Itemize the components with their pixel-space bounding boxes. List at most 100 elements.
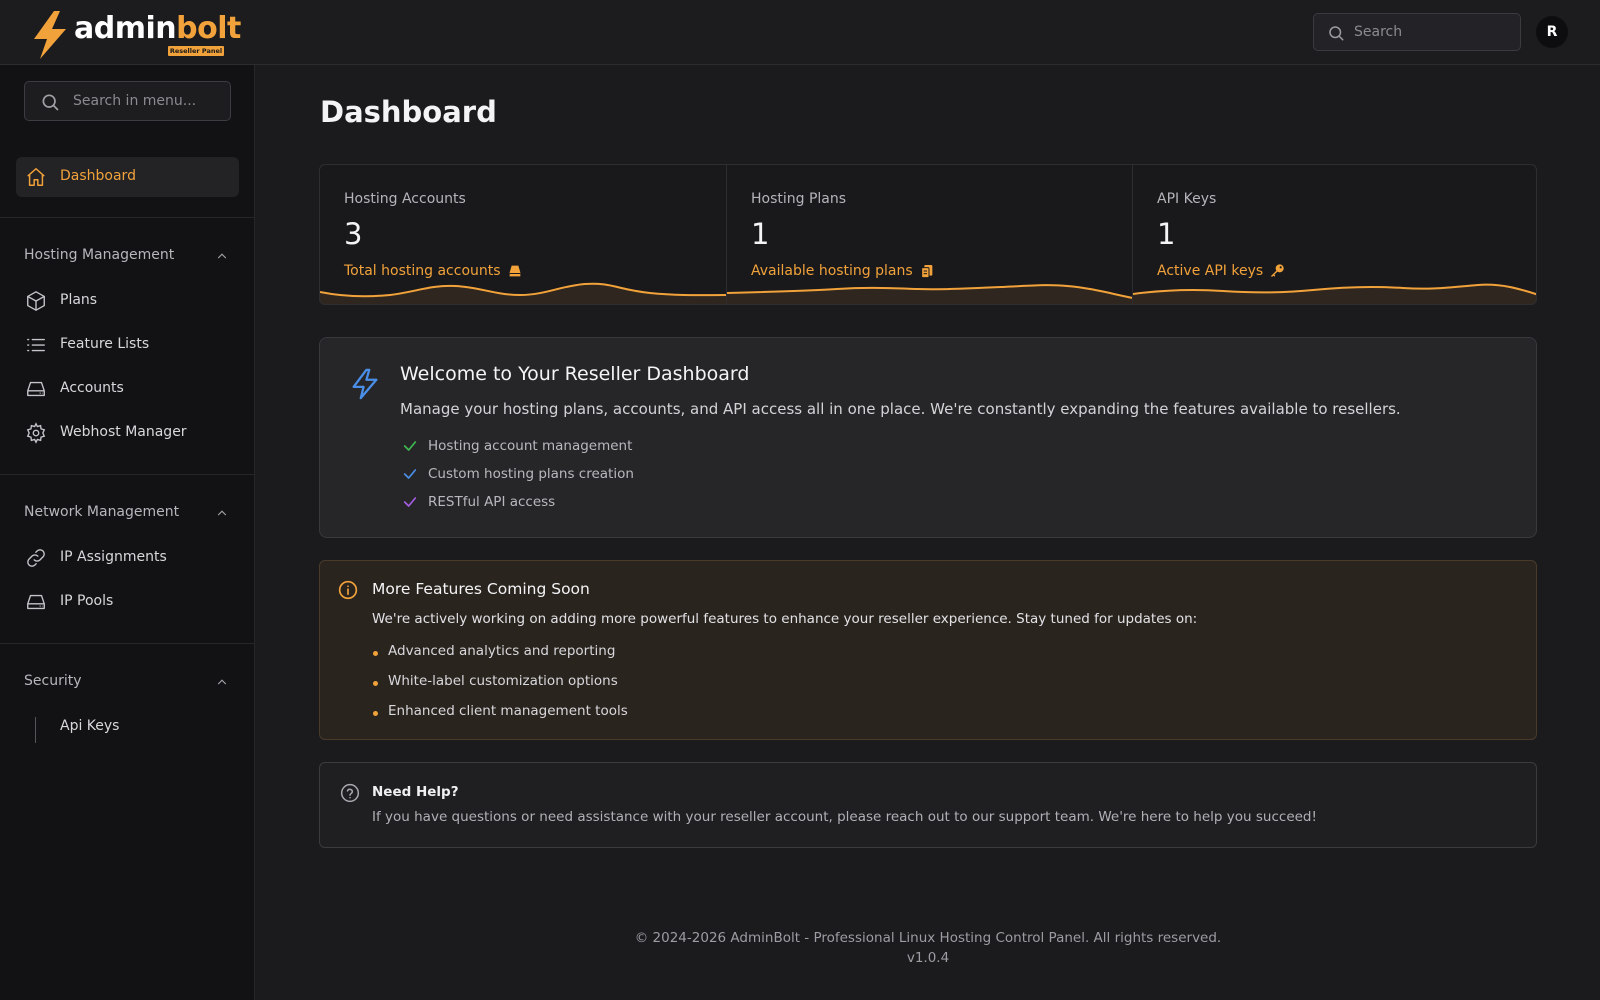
feature-item: RESTful API access	[402, 494, 555, 510]
bullet-dot	[373, 680, 378, 686]
stat-card-hosting-plans: Hosting Plans 1 Available hosting plans	[726, 165, 1133, 304]
stat-value: 3	[344, 217, 363, 251]
sidebar-item-label: IP Assignments	[60, 549, 167, 565]
sidebar-item-label: Webhost Manager	[60, 424, 187, 440]
stat-title: Hosting Accounts	[344, 191, 466, 207]
sidebar: Dashboard Hosting Management Plans Featu…	[0, 65, 255, 1000]
brand-logo[interactable]: adminbolt Reseller Panel	[30, 9, 241, 59]
feature-item: Custom hosting plans creation	[402, 466, 634, 482]
welcome-card: Welcome to Your Reseller Dashboard Manag…	[319, 337, 1537, 538]
brand-badge: Reseller Panel	[168, 46, 224, 56]
stat-value: 1	[751, 217, 770, 251]
chevron-up-icon	[217, 679, 227, 685]
divider	[0, 217, 254, 218]
server-icon	[509, 265, 520, 277]
sparkline-chart	[1133, 283, 1536, 304]
stat-description-text: Available hosting plans	[751, 263, 913, 279]
sidebar-item-feature-lists[interactable]: Feature Lists	[16, 325, 239, 365]
list-item: White-label customization options	[373, 673, 618, 689]
check-icon	[403, 441, 417, 451]
stat-description-text: Active API keys	[1157, 263, 1264, 279]
check-icon	[403, 469, 417, 479]
stat-card-hosting-accounts: Hosting Accounts 3 Total hosting account…	[320, 165, 726, 304]
top-bar: adminbolt Reseller Panel R	[0, 0, 1600, 65]
info-icon	[338, 580, 358, 600]
stat-description: Total hosting accounts	[344, 263, 523, 279]
stats-widget: Hosting Accounts 3 Total hosting account…	[319, 164, 1537, 305]
menu-search[interactable]	[24, 81, 231, 121]
bullet-dot	[373, 710, 378, 716]
sparkline-chart	[727, 284, 1133, 304]
list-icon	[27, 338, 45, 352]
sidebar-item-ip-assignments[interactable]: IP Assignments	[16, 538, 239, 578]
stat-description-text: Total hosting accounts	[344, 263, 501, 279]
server-icon	[27, 381, 45, 397]
divider	[0, 474, 254, 475]
sidebar-item-label: Plans	[60, 292, 98, 308]
welcome-title: Welcome to Your Reseller Dashboard	[400, 363, 750, 385]
footer-copyright: © 2024-2026 AdminBolt - Professional Lin…	[634, 930, 1222, 946]
sidebar-item-label: Feature Lists	[60, 336, 150, 352]
list-item: Enhanced client management tools	[373, 703, 628, 719]
stat-title: API Keys	[1157, 191, 1217, 207]
footer: © 2024-2026 AdminBolt - Professional Lin…	[320, 928, 1536, 968]
bolt-icon	[352, 368, 378, 400]
sidebar-item-label: Api Keys	[60, 718, 120, 734]
coming-soon-title: More Features Coming Soon	[372, 580, 590, 598]
sidebar-item-label: Dashboard	[60, 168, 136, 184]
divider	[0, 643, 254, 644]
stat-card-api-keys: API Keys 1 Active API keys	[1132, 165, 1536, 304]
sidebar-item-label: Accounts	[60, 380, 124, 396]
group-security[interactable]: Security	[24, 671, 231, 691]
cube-icon	[27, 291, 45, 311]
sidebar-item-accounts[interactable]: Accounts	[16, 369, 239, 409]
sparkline-chart	[320, 282, 726, 304]
help-title: Need Help?	[372, 784, 459, 800]
group-hosting-management[interactable]: Hosting Management	[24, 245, 231, 265]
global-search-input[interactable]	[1354, 14, 1514, 50]
sidebar-item-plans[interactable]: Plans	[16, 281, 239, 321]
key-icon	[1271, 264, 1284, 277]
search-icon	[1329, 26, 1344, 41]
feature-item: Hosting account management	[402, 438, 632, 454]
search-icon	[42, 94, 59, 111]
group-label: Hosting Management	[24, 247, 175, 263]
list-item: Advanced analytics and reporting	[373, 643, 615, 659]
bullet-dot	[373, 650, 378, 656]
welcome-text: Manage your hosting plans, accounts, and…	[400, 400, 1401, 418]
feature-label: RESTful API access	[428, 494, 556, 510]
list-item-label: Advanced analytics and reporting	[388, 643, 616, 659]
check-icon	[403, 497, 417, 507]
chevron-up-icon	[217, 510, 227, 516]
group-network-management[interactable]: Network Management	[24, 502, 231, 522]
help-circle-icon	[340, 783, 360, 803]
group-label: Network Management	[24, 504, 180, 520]
gear-icon	[26, 422, 46, 444]
link-icon	[27, 549, 45, 567]
menu-search-input[interactable]	[73, 82, 223, 120]
clipboard-icon	[920, 265, 933, 279]
footer-version: v1.0.4	[906, 950, 950, 966]
list-item-label: Enhanced client management tools	[388, 703, 628, 719]
global-search[interactable]	[1313, 13, 1521, 51]
sidebar-item-webhost-manager[interactable]: Webhost Manager	[16, 413, 239, 453]
stat-value: 1	[1157, 217, 1176, 251]
help-card: Need Help? If you have questions or need…	[319, 762, 1537, 848]
stat-description: Available hosting plans	[751, 263, 935, 279]
sidebar-item-dashboard[interactable]: Dashboard	[16, 157, 239, 197]
server-icon	[27, 594, 45, 610]
help-text: If you have questions or need assistance…	[372, 809, 1317, 825]
group-label: Security	[24, 673, 82, 689]
home-icon	[27, 168, 45, 186]
coming-soon-text: We're actively working on adding more po…	[372, 611, 1198, 627]
user-avatar[interactable]: R	[1536, 16, 1568, 48]
sidebar-item-api-keys[interactable]: Api Keys	[16, 707, 239, 747]
sidebar-item-ip-pools[interactable]: IP Pools	[16, 582, 239, 622]
list-item-label: White-label customization options	[388, 673, 618, 689]
coming-soon-card: More Features Coming Soon We're actively…	[319, 560, 1537, 740]
stat-description: Active API keys	[1157, 263, 1285, 279]
brand-wordmark: adminbolt	[74, 11, 241, 46]
feature-label: Custom hosting plans creation	[428, 466, 634, 482]
feature-label: Hosting account management	[428, 438, 633, 454]
chevron-up-icon	[217, 253, 227, 259]
